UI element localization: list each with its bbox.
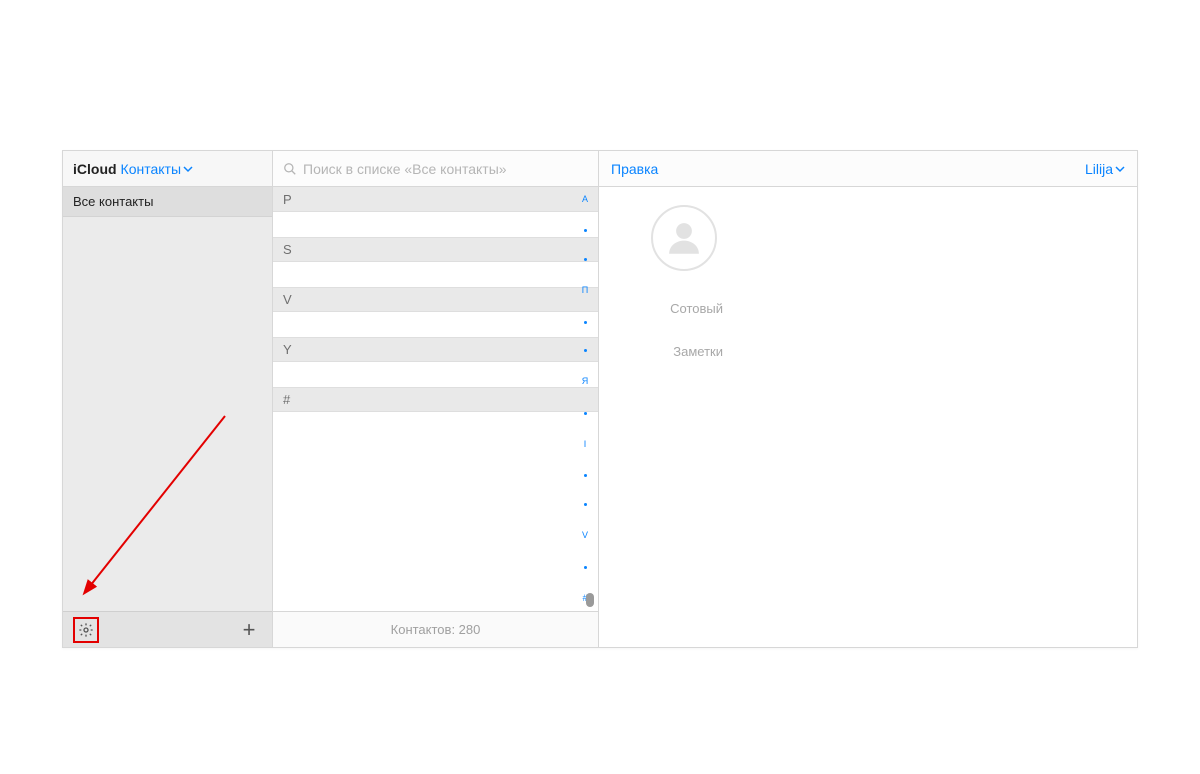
brand-label: iCloud [73,161,117,177]
index-dot[interactable] [584,503,587,506]
detail-header: Правка Lilija [599,151,1137,187]
section-header: Y [273,337,598,362]
search-input[interactable] [303,161,588,177]
contact-row[interactable] [273,437,598,462]
avatar-row [629,205,1107,271]
contact-row[interactable] [273,262,598,287]
index-dot[interactable] [584,258,587,261]
section-header: V [273,287,598,312]
sidebar-group-all[interactable]: Все контакты [63,187,272,217]
section-label: Контакты [121,161,181,177]
edit-button[interactable]: Правка [611,161,658,177]
index-dot[interactable] [584,412,587,415]
avatar [651,205,717,271]
index-letter[interactable]: Я [582,377,589,386]
section-header: S [273,237,598,262]
index-letter[interactable]: А [582,195,588,204]
user-menu[interactable]: Lilija [1085,161,1125,177]
sidebar-body [63,217,272,611]
add-contact-button[interactable]: + [236,617,262,643]
contact-row[interactable] [273,412,598,437]
index-dot[interactable] [584,474,587,477]
gear-icon [78,622,94,638]
person-icon [663,217,705,259]
plus-icon: + [243,617,256,643]
sidebar-footer: + [63,611,272,647]
contact-row[interactable] [273,212,598,237]
notes-label: Заметки [629,344,739,359]
contact-detail-pane: Правка Lilija Сотовый Заметки [599,151,1137,647]
search-bar[interactable] [273,151,598,187]
user-name: Lilija [1085,161,1113,177]
index-dot[interactable] [584,321,587,324]
search-icon [283,162,297,176]
index-letter[interactable]: V [582,531,588,540]
section-dropdown[interactable]: Контакты [121,161,193,177]
chevron-down-icon [183,164,193,174]
section-header: P [273,187,598,212]
phone-field: Сотовый [629,301,1107,316]
contact-list-column: PSVY# Контактов: 280 АПЯIV# [273,151,599,647]
scroll-indicator[interactable] [586,593,594,607]
notes-field: Заметки [629,344,1107,359]
contacts-window: iCloud Контакты Все контакты [62,150,1138,648]
detail-body: Сотовый Заметки [599,187,1137,647]
contact-count: Контактов: 280 [391,622,481,637]
section-header: # [273,387,598,412]
contact-list[interactable]: PSVY# [273,187,598,611]
sidebar-header: iCloud Контакты [63,151,272,187]
alpha-index-strip[interactable]: АПЯIV# [578,191,592,607]
group-all-label: Все контакты [73,194,153,209]
index-dot[interactable] [584,349,587,352]
index-dot[interactable] [584,229,587,232]
phone-label: Сотовый [629,301,739,316]
index-letter[interactable]: I [584,440,587,449]
chevron-down-icon [1115,164,1125,174]
settings-button[interactable] [73,617,99,643]
index-dot[interactable] [584,566,587,569]
index-letter[interactable]: П [582,286,588,295]
contact-row[interactable] [273,312,598,337]
contact-count-footer: Контактов: 280 [273,611,598,647]
contact-row[interactable] [273,362,598,387]
arrow-annotation [75,401,245,601]
contact-row[interactable] [273,462,598,487]
sidebar: iCloud Контакты Все контакты [63,151,273,647]
